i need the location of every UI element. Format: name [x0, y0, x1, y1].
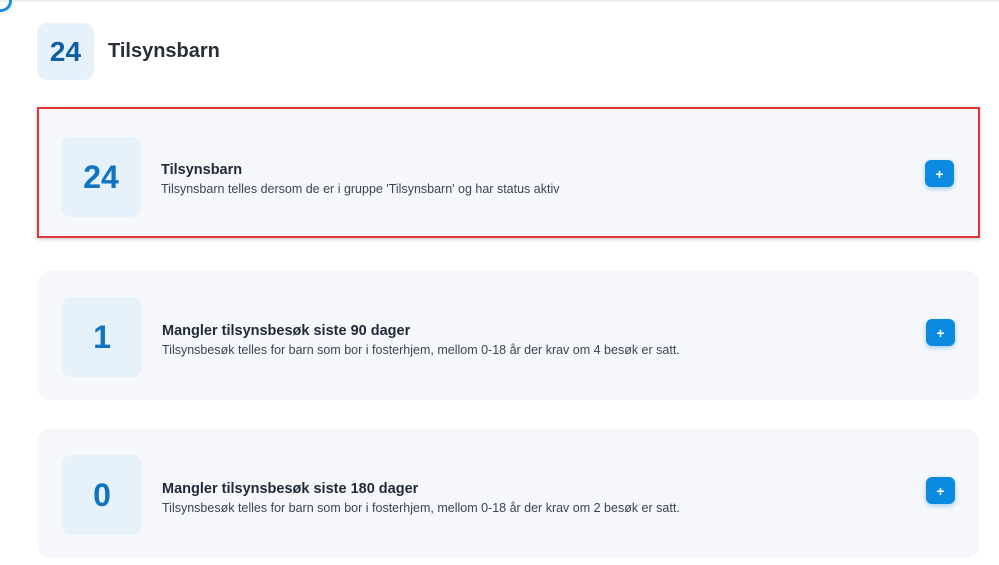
- card-description: Tilsynsbesøk telles for barn som bor i f…: [162, 501, 680, 515]
- card-count-badge: 1: [62, 297, 142, 377]
- card-missing-90-days: 1 Mangler tilsynsbesøk siste 90 dager Ti…: [38, 271, 979, 400]
- card-description: Tilsynsbesøk telles for barn som bor i f…: [162, 343, 680, 357]
- card-count-badge: 0: [62, 455, 142, 535]
- card-description: Tilsynsbarn telles dersom de er i gruppe…: [161, 182, 560, 196]
- card-tilsynsbarn: 24 Tilsynsbarn Tilsynsbarn telles dersom…: [37, 107, 980, 238]
- card-text: Mangler tilsynsbesøk siste 180 dager Til…: [162, 479, 680, 517]
- card-title: Mangler tilsynsbesøk siste 90 dager: [162, 323, 411, 339]
- page-header: 24 Tilsynsbarn: [37, 23, 220, 80]
- add-button[interactable]: +: [926, 477, 955, 504]
- page-title: Tilsynsbarn: [108, 40, 220, 62]
- top-divider: [0, 0, 999, 2]
- card-title: Mangler tilsynsbesøk siste 180 dager: [162, 481, 419, 497]
- header-count-badge: 24: [37, 23, 94, 80]
- add-button[interactable]: +: [926, 319, 955, 346]
- card-missing-180-days: 0 Mangler tilsynsbesøk siste 180 dager T…: [38, 429, 979, 558]
- card-text: Mangler tilsynsbesøk siste 90 dager Tils…: [162, 321, 680, 359]
- add-button[interactable]: +: [925, 160, 954, 187]
- card-count-badge: 24: [61, 137, 141, 217]
- card-title: Tilsynsbarn: [161, 162, 243, 178]
- loading-arc-icon: [0, 0, 12, 12]
- card-text: Tilsynsbarn Tilsynsbarn telles dersom de…: [161, 160, 559, 198]
